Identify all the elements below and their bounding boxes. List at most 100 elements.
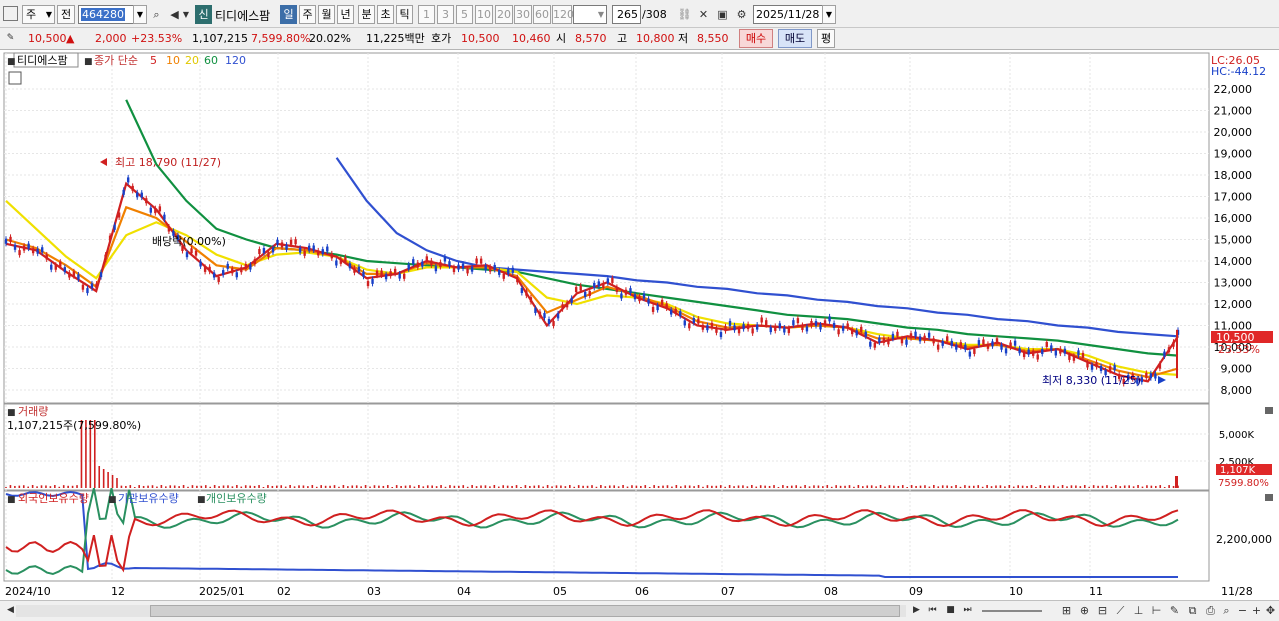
chart-area[interactable]: 22,000 21,000 20,000 19,000 18,000 17,000 16,0… [0, 50, 1279, 603]
ma-5-label[interactable]: 5 [150, 54, 157, 67]
foreign-holding-label[interactable]: 외국인보유수량 [18, 492, 89, 505]
market-select[interactable]: 주 ▼ [22, 5, 55, 24]
first-icon[interactable]: ⏮ [924, 602, 941, 619]
trendline-icon[interactable]: ⟋ [1112, 602, 1129, 619]
tools-icon[interactable]: ✕ [695, 6, 712, 23]
ma-label[interactable]: 종가 단순 [94, 54, 138, 67]
volume-bar [893, 485, 895, 488]
x-tick-label: 03 [367, 585, 381, 598]
crosshair-icon[interactable]: ⊕ [1076, 602, 1093, 619]
gear-icon[interactable]: ⚙ [733, 6, 750, 23]
camera-icon[interactable]: ⎙ [1202, 602, 1219, 619]
sell-button[interactable]: 매도 [778, 29, 812, 48]
candle-body [36, 248, 39, 254]
grid-icon[interactable]: ⊟ [1094, 602, 1111, 619]
candle-body [185, 252, 189, 258]
period-minute[interactable]: 분 [358, 5, 375, 24]
maximize-icon[interactable] [1265, 407, 1273, 414]
individual-holding-label[interactable]: 개인보유수량 [206, 492, 267, 505]
save-icon[interactable]: ▣ [714, 6, 731, 23]
candle-body [507, 269, 510, 275]
candle-body [905, 339, 908, 345]
low-label: 저 [678, 32, 689, 45]
interval-10[interactable]: 10 [475, 5, 493, 24]
date-input[interactable]: 2025/11/28 [753, 5, 823, 24]
interval-120[interactable]: 120 [552, 5, 574, 24]
volume-bar [746, 486, 749, 488]
last-icon[interactable]: ⏭ [959, 602, 976, 619]
copy-icon[interactable]: ⧉ [1184, 602, 1201, 619]
ma-20-label[interactable]: 20 [185, 54, 199, 67]
interval-1[interactable]: 1 [418, 5, 435, 24]
candle-body [163, 214, 166, 220]
link-icon[interactable]: ⛓ [676, 6, 693, 23]
ruler-icon[interactable]: ⊥ [1130, 602, 1147, 619]
volume-bar [715, 485, 718, 488]
period-week[interactable]: 주 [299, 5, 316, 24]
draw-icon[interactable]: ✎ [1166, 602, 1183, 619]
ma-60-label[interactable]: 60 [204, 54, 218, 67]
scroll-thumb[interactable] [150, 605, 900, 617]
zoom-icon[interactable]: ⌕ [1218, 602, 1235, 619]
interval-60[interactable]: 60 [533, 5, 551, 24]
data-count-input[interactable]: 265 [612, 5, 641, 24]
interval-custom-input[interactable]: ▼ [573, 5, 607, 24]
period-month[interactable]: 월 [318, 5, 335, 24]
prev-button[interactable]: 전 [57, 5, 75, 24]
candle-body [108, 235, 112, 241]
zoom-slider[interactable] [982, 610, 1042, 612]
volume-bar [413, 486, 416, 488]
layout-icon[interactable]: ⊞ [1058, 602, 1075, 619]
interval-30[interactable]: 30 [514, 5, 532, 24]
scroll-right-icon[interactable]: ▶ [908, 602, 925, 619]
hoga-label: 호가 [431, 32, 452, 45]
institution-holding-label[interactable]: 기관보유수량 [118, 492, 179, 505]
buy-button[interactable]: 매수 [739, 29, 773, 48]
interval-20[interactable]: 20 [495, 5, 513, 24]
candle-body [588, 290, 591, 296]
measure-icon[interactable]: ⊢ [1148, 602, 1165, 619]
candle-body [362, 271, 365, 277]
speaker-dropdown-icon[interactable]: ▼ [181, 6, 191, 23]
chevron-down-icon: ▼ [45, 10, 52, 19]
volume-bar [1052, 485, 1055, 488]
period-tick[interactable]: 틱 [396, 5, 413, 24]
volume-bar [600, 485, 602, 488]
period-year[interactable]: 년 [337, 5, 354, 24]
stop-icon[interactable]: ■ [942, 602, 959, 619]
candle-body [86, 288, 89, 294]
candle-body [810, 321, 813, 327]
interval-5[interactable]: 5 [456, 5, 473, 24]
period-second[interactable]: 초 [377, 5, 394, 24]
volume-bar [733, 486, 735, 488]
table-icon[interactable] [8, 71, 22, 85]
chart-window-icon[interactable] [3, 6, 18, 21]
candle-body [412, 259, 415, 265]
chart-canvas[interactable]: 22,000 21,000 20,000 19,000 18,000 17,000 16,0… [0, 50, 1279, 603]
maximize-icon[interactable] [1265, 494, 1273, 501]
volume-bar [790, 485, 793, 488]
candle-body [556, 313, 560, 319]
calendar-dropdown-button[interactable]: ▼ [822, 5, 836, 24]
candle-body [579, 285, 582, 291]
volume-bar [458, 485, 460, 488]
candle-body [307, 245, 311, 251]
bottom-scrollbar[interactable]: ◀ ▶ ⏮ ■ ⏭ ⊞ ⊕ ⊟ ⟋ ⊥ ⊢ ✎ ⧉ ⎙ ⌕ − + ✥ [0, 600, 1279, 621]
volume-bar [151, 485, 154, 488]
candle-body [63, 267, 67, 273]
volume-bar [955, 485, 957, 488]
search-icon[interactable]: ⌕ [148, 6, 165, 23]
candle-body [9, 236, 12, 242]
stock-name: 티디에스팜 [215, 9, 271, 23]
code-dropdown-button[interactable]: ▼ [133, 5, 147, 24]
pin-icon[interactable]: ✎ [2, 30, 19, 47]
flat-button[interactable]: 평 [817, 29, 835, 48]
volume-title[interactable]: 거래량 [18, 405, 48, 418]
ma-120-label[interactable]: 120 [225, 54, 246, 67]
period-day[interactable]: 일 [280, 5, 297, 24]
move-icon[interactable]: ✥ [1262, 602, 1279, 619]
interval-3[interactable]: 3 [437, 5, 454, 24]
ma-10-label[interactable]: 10 [166, 54, 180, 67]
stock-code-input[interactable]: 464280 [78, 5, 134, 24]
volume-bar [657, 485, 660, 488]
